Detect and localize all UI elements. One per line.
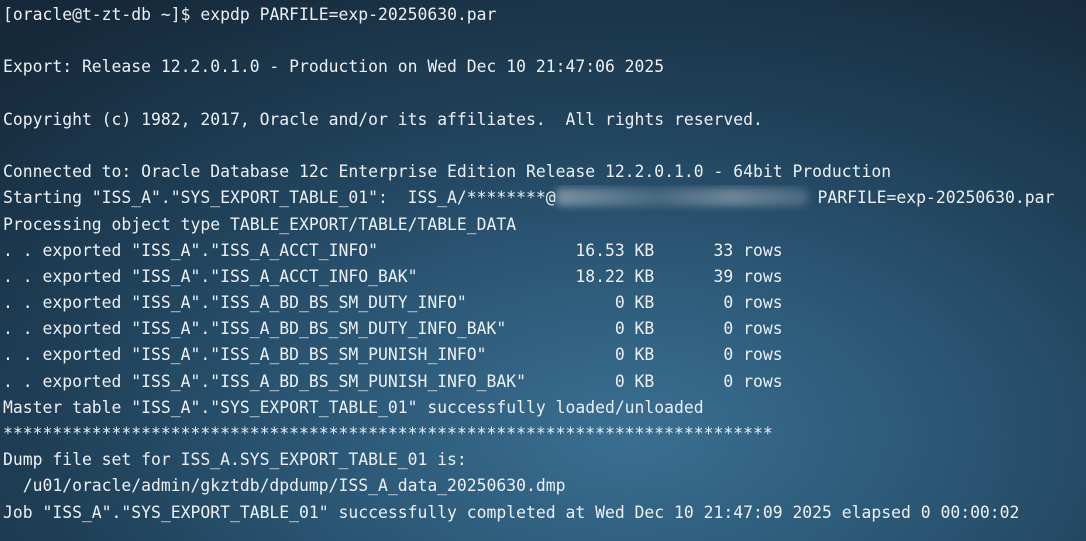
export-row: . . exported "ISS_A"."ISS_A_BD_BS_SM_PUN… xyxy=(3,371,783,391)
export-row: . . exported "ISS_A"."ISS_A_BD_BS_SM_PUN… xyxy=(3,345,783,365)
export-row: . . exported "ISS_A"."ISS_A_BD_BS_SM_DUT… xyxy=(3,319,783,339)
redacted-connection-string xyxy=(555,188,808,207)
starting-line: Starting "ISS_A"."SYS_EXPORT_TABLE_01": … xyxy=(3,185,1086,211)
master-table-line: Master table "ISS_A"."SYS_EXPORT_TABLE_0… xyxy=(3,397,704,417)
command-text: expdp PARFILE=exp-20250630.par xyxy=(200,5,497,24)
job-completed-line: Job "ISS_A"."SYS_EXPORT_TABLE_01" succes… xyxy=(3,502,1020,522)
starting-suffix: PARFILE=exp-20250630.par xyxy=(807,188,1055,208)
dump-header-line: Dump file set for ISS_A.SYS_EXPORT_TABLE… xyxy=(3,450,467,470)
terminal-window[interactable]: [oracle@t-zt-db ~]$ expdp PARFILE=exp-20… xyxy=(0,0,1086,541)
prompt-line: [oracle@t-zt-db ~]$ expdp PARFILE=exp-20… xyxy=(3,2,1086,28)
connected-line: Connected to: Oracle Database 12c Enterp… xyxy=(3,162,892,182)
shell-prompt: [oracle@t-zt-db ~]$ xyxy=(3,5,201,24)
export-row: . . exported "ISS_A"."ISS_A_ACCT_INFO" 1… xyxy=(3,240,783,260)
starting-prefix: Starting "ISS_A"."SYS_EXPORT_TABLE_01": … xyxy=(3,188,556,208)
copyright-line: Copyright (c) 1982, 2017, Oracle and/or … xyxy=(3,109,763,129)
processing-line: Processing object type TABLE_EXPORT/TABL… xyxy=(3,214,517,234)
separator-line: ****************************************… xyxy=(3,424,773,443)
dump-path-line: /u01/oracle/admin/gkztdb/dpdump/ISS_A_da… xyxy=(3,476,566,496)
export-row: . . exported "ISS_A"."ISS_A_ACCT_INFO_BA… xyxy=(3,266,783,286)
export-row: . . exported "ISS_A"."ISS_A_BD_BS_SM_DUT… xyxy=(3,293,783,313)
release-line: Export: Release 12.2.0.1.0 - Production … xyxy=(3,57,665,77)
